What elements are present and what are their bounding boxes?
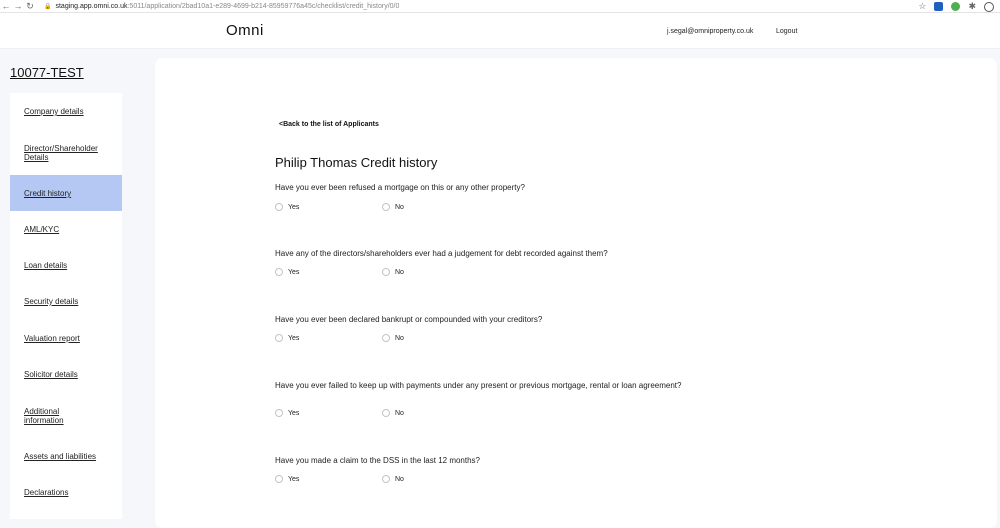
url-path: :5011/application/2bad10a1-e289-4699-b21… — [127, 2, 400, 10]
option-yes[interactable]: Yes — [275, 475, 299, 483]
radio-no[interactable] — [382, 203, 390, 211]
reload-icon[interactable]: ↻ — [24, 1, 36, 12]
forward-arrow-icon[interactable]: → — [12, 1, 24, 11]
application-id-link[interactable]: 10077-TEST — [10, 65, 84, 80]
sidebar-item-label: Loan details — [24, 261, 68, 270]
sidebar-item-aml-kyc[interactable]: AML/KYC — [10, 211, 122, 247]
sidebar: Company details Director/Shareholder Det… — [10, 93, 122, 519]
radio-yes[interactable] — [275, 203, 283, 211]
question-refused-mortgage: Have you ever been refused a mortgage on… — [275, 183, 525, 192]
page-title: Philip Thomas Credit history — [275, 155, 438, 170]
option-yes[interactable]: Yes — [275, 203, 299, 211]
sidebar-item-security-details[interactable]: Security details — [10, 284, 122, 320]
radio-yes-label: Yes — [288, 203, 300, 211]
sidebar-item-declarations[interactable]: Declarations — [10, 477, 122, 513]
option-no[interactable]: No — [382, 203, 404, 211]
extension-icon[interactable] — [934, 2, 944, 11]
radio-group-failed-payments: Yes No — [275, 408, 404, 418]
radio-yes-label: Yes — [288, 334, 300, 342]
sidebar-item-company-details[interactable]: Company details — [10, 93, 122, 129]
option-no[interactable]: No — [382, 334, 404, 342]
radio-no[interactable] — [382, 268, 390, 276]
radio-no-label: No — [395, 409, 404, 417]
sidebar-item-valuation-report[interactable]: Valuation report — [10, 320, 122, 356]
back-to-applicants-link[interactable]: <Back to the list of Applicants — [279, 121, 379, 128]
main-content: <Back to the list of Applicants Philip T… — [155, 58, 997, 528]
radio-no[interactable] — [382, 409, 390, 417]
radio-no-label: No — [395, 334, 404, 342]
sidebar-item-label: Company details — [24, 107, 84, 116]
radio-yes[interactable] — [275, 268, 283, 276]
sidebar-item-assets-and-liabilities[interactable]: Assets and liabilities — [10, 440, 122, 476]
radio-yes-label: Yes — [288, 475, 300, 483]
sidebar-item-credit-history[interactable]: Credit history — [10, 175, 122, 211]
sidebar-item-label: Additional information — [24, 407, 64, 425]
extension-icon[interactable] — [951, 2, 961, 11]
sidebar-item-loan-details[interactable]: Loan details — [10, 247, 122, 283]
option-yes[interactable]: Yes — [275, 409, 299, 417]
radio-yes-label: Yes — [288, 268, 300, 276]
star-icon[interactable]: ☆ — [918, 1, 926, 12]
puzzle-icon[interactable]: ✱ — [968, 1, 976, 12]
option-no[interactable]: No — [382, 409, 404, 417]
radio-yes[interactable] — [275, 409, 283, 417]
profile-icon[interactable] — [984, 1, 994, 12]
browser-toolbar: ← → ↻ 🔒 staging.app.omni.co.uk :5011/app… — [0, 0, 1000, 13]
app-header: Omni j.segal@omniproperty.co.uk Logout — [0, 13, 1000, 49]
sidebar-item-label: Solicitor details — [24, 370, 78, 379]
sidebar-item-director-shareholder-details[interactable]: Director/Shareholder Details — [10, 129, 122, 165]
lock-icon: 🔒 — [44, 3, 52, 10]
sidebar-item-label: Assets and liabilities — [24, 452, 97, 461]
sidebar-item-label: Security details — [24, 297, 79, 306]
url-host: staging.app.omni.co.uk — [55, 2, 128, 10]
radio-yes-label: Yes — [288, 409, 300, 417]
back-arrow-icon[interactable]: ← — [0, 1, 12, 11]
radio-group-refused-mortgage: Yes No — [275, 202, 404, 212]
sidebar-item-solicitor-details[interactable]: Solicitor details — [10, 357, 122, 393]
option-yes[interactable]: Yes — [275, 334, 299, 342]
radio-group-dss-claim: Yes No — [275, 474, 404, 484]
option-yes[interactable]: Yes — [275, 268, 299, 276]
sidebar-item-label: Declarations — [24, 488, 69, 497]
sidebar-item-label: Credit history — [24, 189, 72, 198]
radio-no-label: No — [395, 475, 404, 483]
question-judgement-for-debt: Have any of the directors/shareholders e… — [275, 249, 608, 258]
sidebar-item-additional-information[interactable]: Additional information — [10, 393, 122, 429]
question-declared-bankrupt: Have you ever been declared bankrupt or … — [275, 315, 543, 324]
logout-link[interactable]: Logout — [776, 28, 797, 35]
radio-group-declared-bankrupt: Yes No — [275, 333, 404, 343]
radio-group-judgement-for-debt: Yes No — [275, 267, 404, 277]
radio-yes[interactable] — [275, 334, 283, 342]
sidebar-item-label: Valuation report — [24, 334, 80, 343]
radio-no-label: No — [395, 268, 404, 276]
option-no[interactable]: No — [382, 475, 404, 483]
question-failed-payments: Have you ever failed to keep up with pay… — [275, 381, 682, 390]
radio-yes[interactable] — [275, 475, 283, 483]
address-bar[interactable]: 🔒 staging.app.omni.co.uk :5011/applicati… — [44, 3, 399, 10]
brand-logo[interactable]: Omni — [226, 22, 264, 39]
question-dss-claim: Have you made a claim to the DSS in the … — [275, 456, 480, 465]
sidebar-item-label: AML/KYC — [24, 225, 60, 234]
radio-no[interactable] — [382, 334, 390, 342]
radio-no[interactable] — [382, 475, 390, 483]
sidebar-item-label: Director/Shareholder Details — [24, 144, 98, 162]
radio-no-label: No — [395, 203, 404, 211]
option-no[interactable]: No — [382, 268, 404, 276]
user-email: j.segal@omniproperty.co.uk — [667, 28, 754, 35]
